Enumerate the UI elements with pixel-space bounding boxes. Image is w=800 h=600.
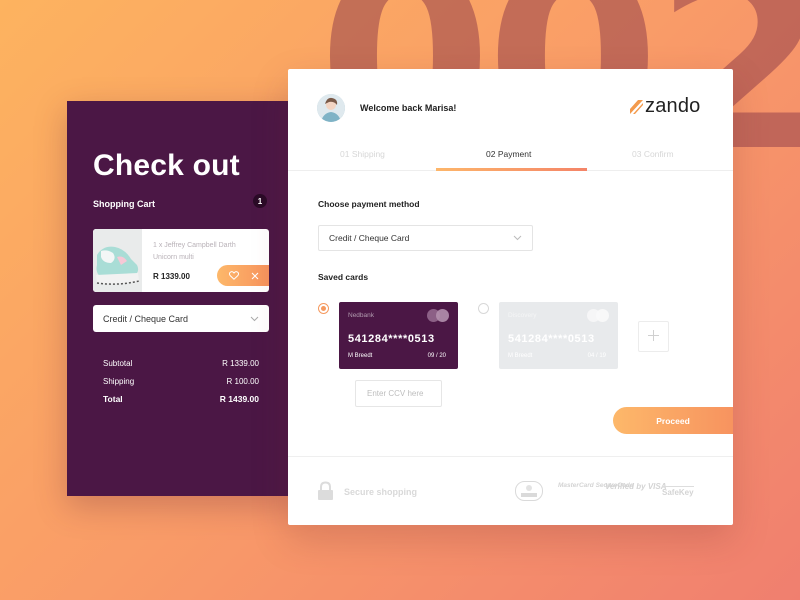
proceed-button[interactable]: Proceed — [613, 407, 733, 434]
cart-item: 1 x Jeffrey Campbell Darth Unicorn multi… — [93, 229, 269, 292]
product-image — [93, 229, 142, 292]
tab-confirm[interactable]: 03 Confirm — [632, 149, 674, 159]
chevron-down-icon — [513, 233, 522, 243]
summary-value: R 1339.00 — [222, 358, 259, 368]
heart-icon[interactable] — [228, 270, 240, 282]
checkout-steps: 01 Shipping 02 Payment 03 Confirm — [288, 144, 733, 171]
summary-value: R 1439.00 — [219, 394, 259, 404]
payment-method-value: Credit / Cheque Card — [103, 313, 189, 324]
add-card-button[interactable] — [638, 321, 669, 352]
summary-label: Shipping — [103, 376, 135, 386]
card-bank-name: Discovery — [508, 312, 537, 319]
item-actions — [217, 265, 269, 286]
checkout-panel: Check out Shopping Cart 1 1 x Jeffrey Ca… — [67, 101, 299, 496]
order-summary: Subtotal R 1339.00 Shipping R 100.00 Tot… — [103, 354, 259, 408]
welcome-message: Welcome back Marisa! — [360, 103, 457, 113]
zando-logo-text: zando — [645, 95, 701, 117]
tab-shipping[interactable]: 01 Shipping — [340, 149, 385, 159]
lock-icon — [317, 481, 334, 501]
ccv-input[interactable] — [355, 380, 442, 407]
card-bank-name: Nedbank — [348, 312, 375, 319]
payment-panel: Welcome back Marisa! zando 01 Shipping 0… — [288, 69, 733, 525]
mastercard-icon — [427, 309, 449, 322]
safekey-badge: SafeKey — [662, 486, 694, 497]
close-icon[interactable] — [249, 270, 261, 282]
tab-payment[interactable]: 02 Payment — [486, 149, 531, 159]
secure-seal-icon — [515, 481, 543, 506]
summary-row-total: Total R 1439.00 — [103, 390, 259, 408]
summary-row-subtotal: Subtotal R 1339.00 — [103, 354, 259, 372]
product-price: R 1339.00 — [153, 272, 190, 281]
summary-row-shipping: Shipping R 100.00 — [103, 372, 259, 390]
card-number: 541284****0513 — [508, 333, 595, 345]
card-expiry: 09 / 20 — [427, 353, 446, 359]
card-expiry: 04 / 19 — [587, 353, 606, 359]
cart-count-badge: 1 — [253, 194, 267, 208]
card-number: 541284****0513 — [348, 333, 435, 345]
payment-method-select[interactable]: Credit / Cheque Card — [318, 225, 533, 251]
secure-shopping-label: Secure shopping — [344, 487, 418, 497]
summary-value: R 100.00 — [226, 376, 259, 386]
summary-label: Subtotal — [103, 358, 133, 368]
payment-method-dropdown[interactable]: Credit / Cheque Card — [93, 305, 269, 332]
saved-cards-label: Saved cards — [318, 272, 369, 282]
checkout-title: Check out — [93, 149, 240, 182]
choose-method-label: Choose payment method — [318, 199, 420, 209]
zando-logo[interactable]: zando — [630, 95, 701, 118]
zando-logo-icon — [630, 99, 643, 114]
product-name: 1 x Jeffrey Campbell Darth Unicorn multi — [153, 242, 236, 261]
saved-card-nedbank[interactable]: Nedbank 541284****0513 M Breedt 09 / 20 — [339, 302, 458, 369]
card-radio-nedbank[interactable] — [318, 303, 329, 314]
avatar[interactable] — [317, 94, 345, 122]
card-holder: M Breedt — [348, 353, 373, 359]
verified-by-visa-badge: Verified by VISA — [605, 482, 667, 491]
card-holder: M Breedt — [508, 353, 533, 359]
plus-icon — [648, 328, 659, 346]
summary-label: Total — [103, 394, 123, 404]
chevron-down-icon — [250, 314, 259, 324]
active-step-indicator — [436, 168, 587, 171]
mastercard-icon — [587, 309, 609, 322]
secure-footer: Secure shopping MasterCard SecureCode Ve… — [288, 456, 733, 525]
card-radio-discovery[interactable] — [478, 303, 489, 314]
payment-method-select-value: Credit / Cheque Card — [329, 233, 410, 243]
shopping-cart-label: Shopping Cart — [93, 199, 155, 209]
saved-card-discovery[interactable]: Discovery 541284****0513 M Breedt 04 / 1… — [499, 302, 618, 369]
